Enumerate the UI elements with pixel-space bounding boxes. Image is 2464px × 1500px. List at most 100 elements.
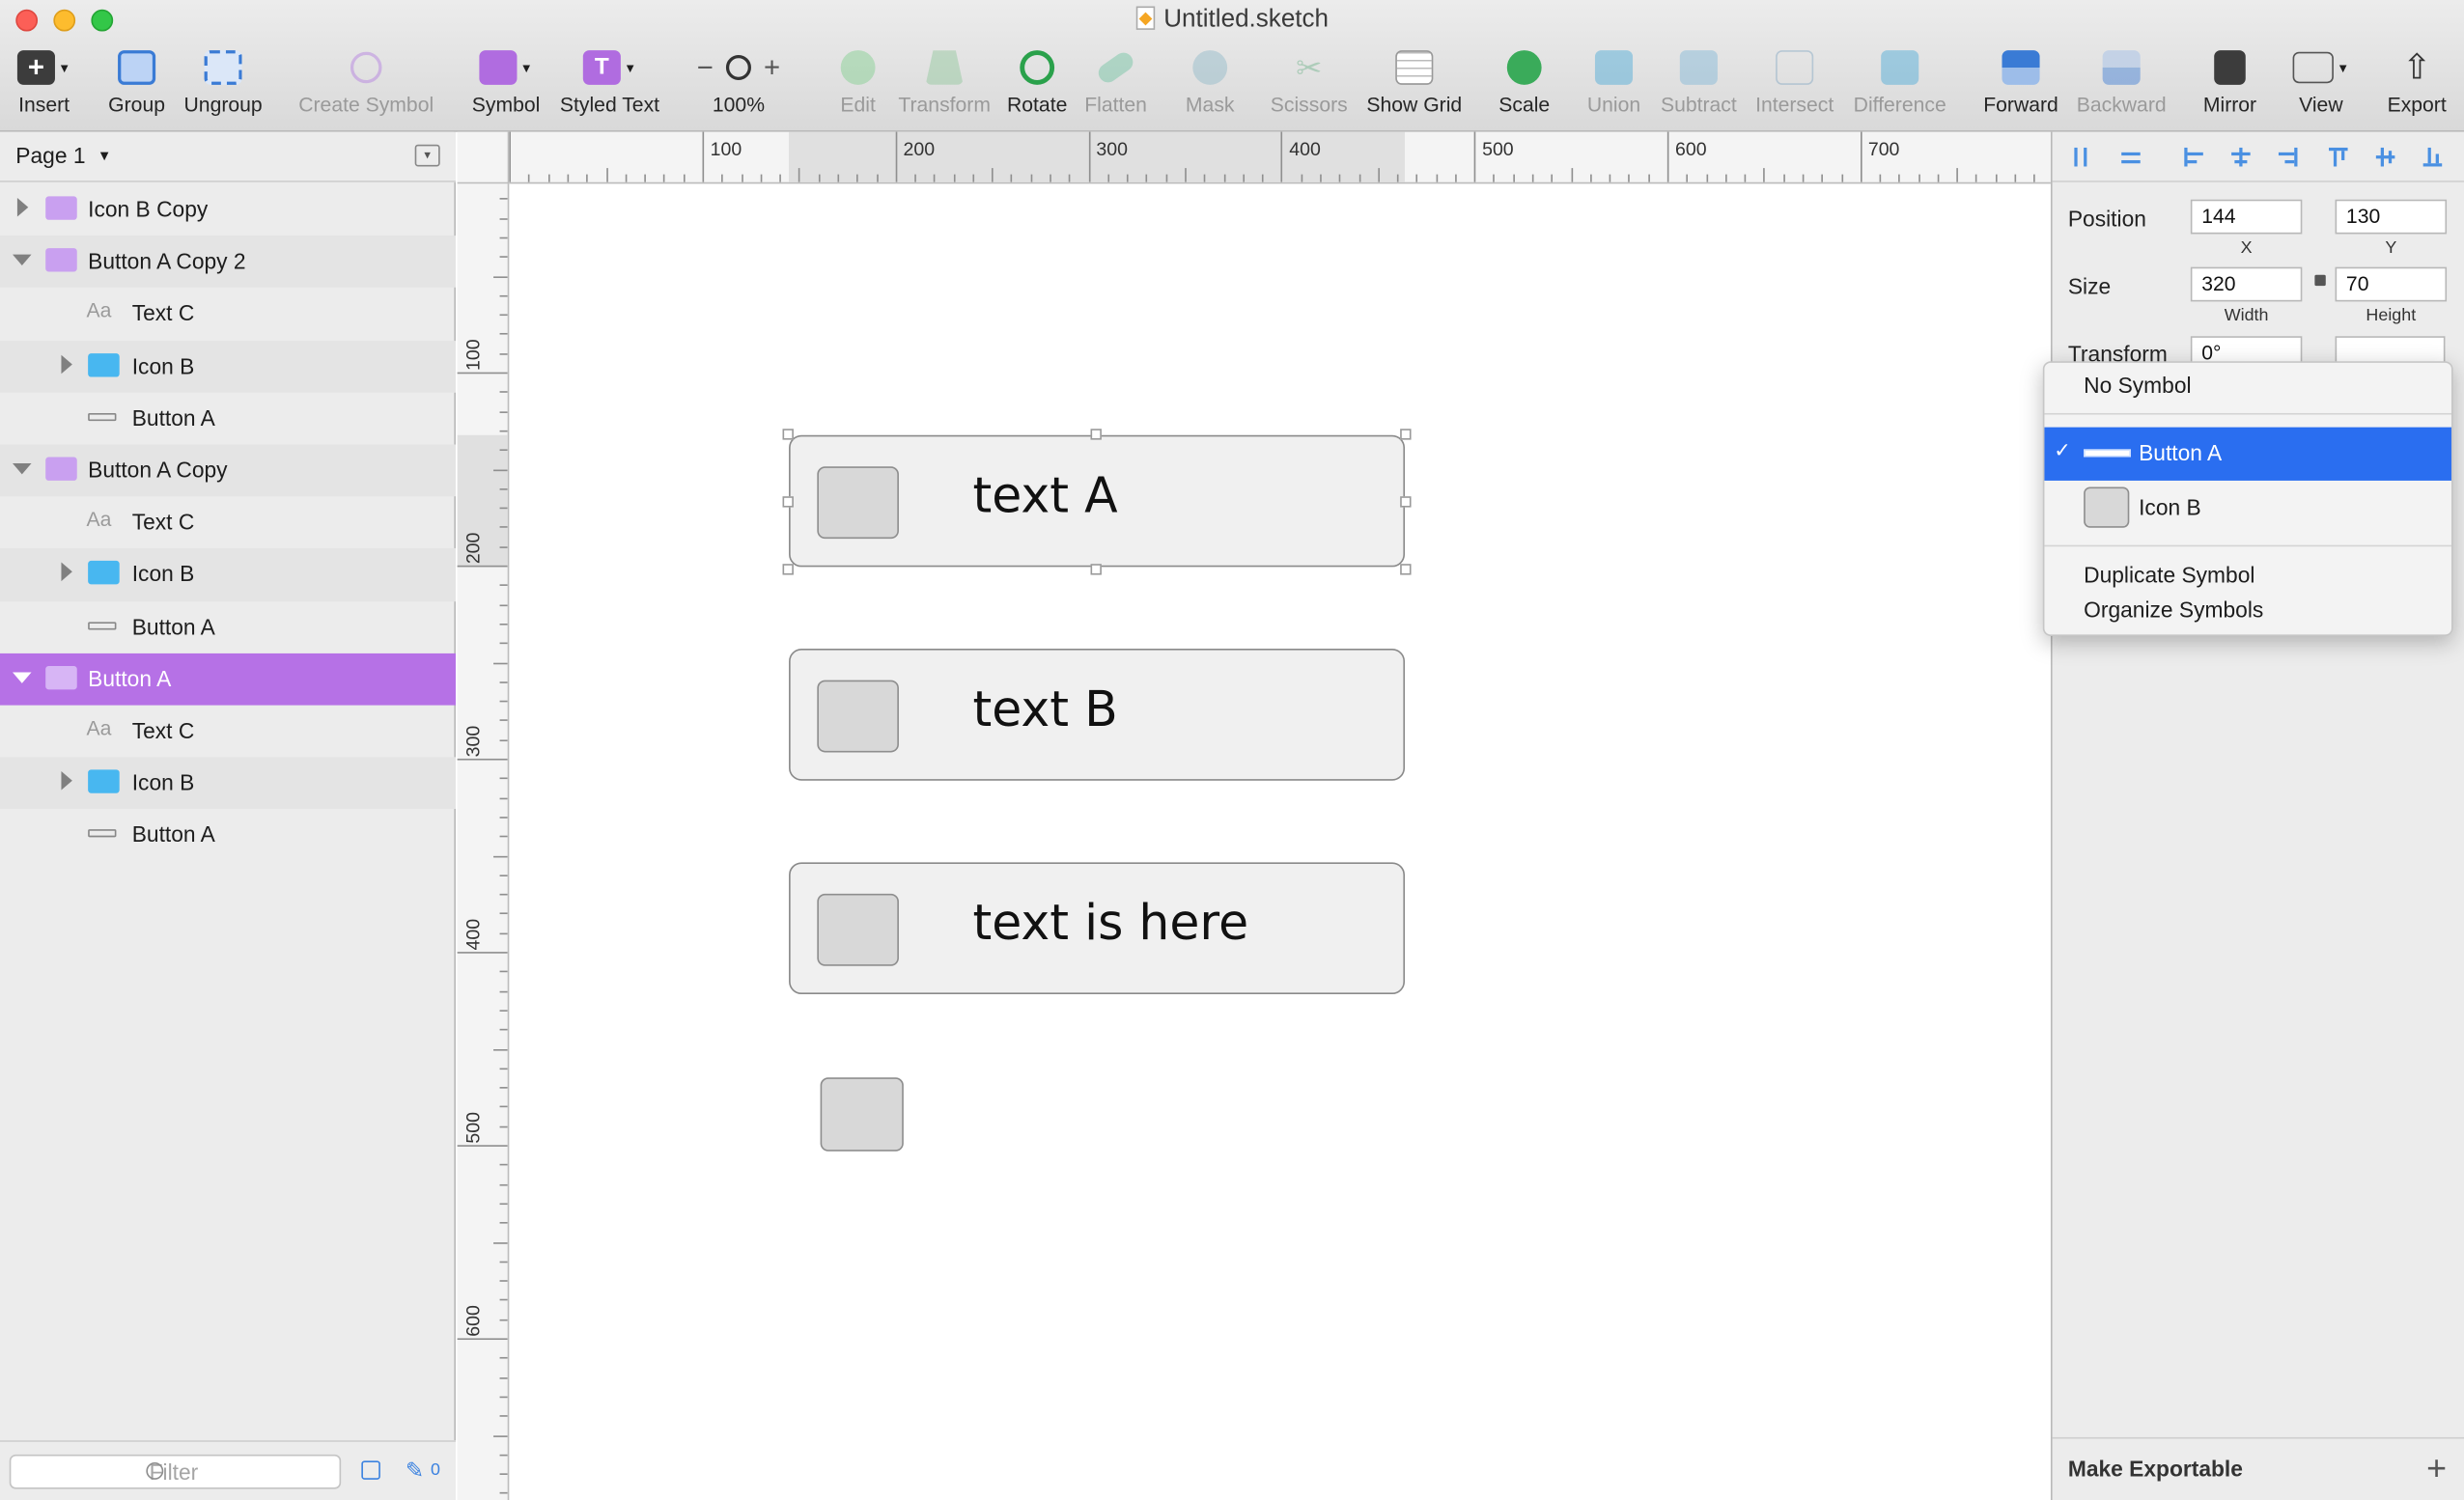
ungroup-button[interactable]: Ungroup bbox=[180, 44, 267, 123]
rotate-button[interactable]: Rotate bbox=[1002, 44, 1072, 123]
resize-handle[interactable] bbox=[1090, 429, 1102, 440]
subtract-button[interactable]: Subtract bbox=[1656, 44, 1741, 123]
page-selector[interactable]: Page 1 ▼ ▾ bbox=[0, 131, 456, 182]
group-button[interactable]: Group bbox=[103, 44, 169, 123]
resize-handle[interactable] bbox=[1400, 564, 1412, 575]
button-a-copy-instance[interactable]: text B bbox=[789, 649, 1406, 781]
button-a-copy-2-instance[interactable]: text is here bbox=[789, 862, 1406, 995]
layer-row[interactable]: Button A bbox=[0, 809, 456, 861]
resize-handle[interactable] bbox=[782, 496, 794, 508]
lock-icon[interactable] bbox=[2314, 274, 2326, 287]
symbol-button[interactable]: ▼ Symbol bbox=[468, 44, 544, 123]
flatten-button[interactable]: Flatten bbox=[1081, 44, 1151, 123]
width-field[interactable]: 320 bbox=[2190, 266, 2303, 302]
ruler-tick bbox=[499, 1087, 508, 1089]
union-button[interactable]: Union bbox=[1581, 44, 1646, 123]
layer-row[interactable]: Icon B bbox=[0, 340, 456, 393]
insert-button[interactable]: + ▼ Insert bbox=[13, 44, 75, 123]
backward-label: Backward bbox=[2076, 93, 2167, 117]
disclosure-expanded-icon[interactable] bbox=[13, 254, 32, 266]
disclosure-collapsed-icon[interactable] bbox=[16, 198, 29, 217]
scissors-button[interactable]: ✂ Scissors bbox=[1267, 44, 1352, 123]
disclosure-expanded-icon[interactable] bbox=[13, 462, 32, 475]
button-text-a[interactable]: text A bbox=[972, 468, 1117, 525]
align-middle-icon[interactable] bbox=[2375, 147, 2395, 167]
disclosure-collapsed-icon[interactable] bbox=[61, 771, 72, 791]
button-text-b[interactable]: text B bbox=[972, 681, 1117, 738]
pages-toggle-icon[interactable] bbox=[361, 1460, 380, 1480]
layer-row[interactable]: Icon B Copy bbox=[0, 183, 456, 236]
scale-button[interactable]: Scale bbox=[1493, 44, 1555, 123]
align-top-icon[interactable] bbox=[2329, 147, 2348, 167]
align-center-icon[interactable] bbox=[2231, 147, 2251, 167]
ruler-tick bbox=[1898, 174, 1901, 182]
forward-button[interactable]: Forward bbox=[1980, 44, 2062, 123]
button-a-thumbnail bbox=[2084, 449, 2131, 458]
styled-text-button[interactable]: T ▼ Styled Text bbox=[556, 44, 663, 123]
icon-b-square[interactable] bbox=[817, 466, 899, 540]
zoom-control[interactable]: − + 100% bbox=[682, 44, 795, 123]
button-a-instance[interactable]: text A bbox=[789, 434, 1406, 568]
menu-item-icon-b[interactable]: Icon B bbox=[2044, 481, 2451, 534]
resize-handle[interactable] bbox=[782, 429, 794, 440]
position-y-field[interactable]: 130 bbox=[2335, 199, 2448, 235]
align-right-icon[interactable] bbox=[2278, 147, 2298, 167]
collapse-pages-icon[interactable]: ▾ bbox=[414, 144, 440, 167]
resize-handle[interactable] bbox=[782, 564, 794, 575]
export-button[interactable]: ⇧ Export bbox=[2382, 44, 2451, 123]
mask-button[interactable]: Mask bbox=[1179, 44, 1242, 123]
horizontal-ruler[interactable]: 100 200 300 400 500 600 700 bbox=[509, 131, 2051, 184]
zoom-out-icon[interactable]: − bbox=[697, 51, 714, 84]
height-field[interactable]: 70 bbox=[2335, 266, 2448, 302]
icon-b-copy-instance[interactable] bbox=[820, 1077, 904, 1152]
layer-row[interactable]: Icon B bbox=[0, 757, 456, 810]
send-backward-icon bbox=[2102, 50, 2141, 85]
button-text-here[interactable]: text is here bbox=[972, 896, 1248, 953]
menu-item-button-a[interactable]: ✓ Button A bbox=[2044, 427, 2451, 481]
backward-button[interactable]: Backward bbox=[2074, 44, 2169, 123]
layer-row[interactable]: Button A Copy 2 bbox=[0, 236, 456, 289]
layer-row[interactable]: Button A bbox=[0, 653, 456, 706]
layer-row[interactable]: Button A Copy bbox=[0, 444, 456, 497]
create-symbol-button[interactable]: Create Symbol bbox=[293, 44, 440, 123]
intersect-button[interactable]: Intersect bbox=[1750, 44, 1838, 123]
layer-row[interactable]: Aa Text C bbox=[0, 288, 456, 340]
add-export-icon[interactable]: + bbox=[2426, 1448, 2447, 1488]
disclosure-collapsed-icon[interactable] bbox=[61, 563, 72, 582]
mirror-button[interactable]: Mirror bbox=[2197, 44, 2262, 123]
canvas[interactable]: text A text B text is here bbox=[510, 185, 2051, 1500]
menu-item-duplicate-symbol[interactable]: Duplicate Symbol bbox=[2044, 563, 2451, 595]
position-x-field[interactable]: 144 bbox=[2190, 199, 2303, 235]
show-grid-button[interactable]: Show Grid bbox=[1364, 44, 1465, 123]
layer-row[interactable]: Aa Text C bbox=[0, 705, 456, 757]
align-left-icon[interactable] bbox=[2184, 147, 2203, 167]
filter-input[interactable]: Filter bbox=[9, 1454, 342, 1489]
resize-handle[interactable] bbox=[1090, 564, 1102, 575]
difference-button[interactable]: Difference bbox=[1851, 44, 1948, 123]
styled-text-label: Styled Text bbox=[559, 93, 660, 117]
edit-button[interactable]: Edit bbox=[829, 44, 886, 123]
resize-handle[interactable] bbox=[1400, 429, 1412, 440]
distribute-vertical-icon[interactable] bbox=[2121, 148, 2141, 167]
icon-b-square[interactable] bbox=[817, 893, 899, 966]
slice-icon[interactable]: ✎ bbox=[406, 1458, 424, 1485]
ruler-tick bbox=[1918, 174, 1920, 182]
view-button[interactable]: ▼ View bbox=[2288, 44, 2354, 123]
disclosure-collapsed-icon[interactable] bbox=[61, 354, 72, 374]
ruler-tick bbox=[499, 738, 508, 741]
align-bottom-icon[interactable] bbox=[2422, 147, 2443, 167]
icon-b-square[interactable] bbox=[817, 680, 899, 753]
layer-row[interactable]: Button A bbox=[0, 600, 456, 653]
disclosure-expanded-icon[interactable] bbox=[13, 671, 32, 683]
menu-item-no-symbol[interactable]: No Symbol bbox=[2044, 373, 2451, 407]
menu-item-organize-symbols[interactable]: Organize Symbols bbox=[2044, 597, 2451, 628]
vertical-ruler[interactable]: 100 200 300 400 500 600 bbox=[457, 183, 510, 1500]
layer-row[interactable]: Aa Text C bbox=[0, 496, 456, 548]
transform-button[interactable]: Transform bbox=[896, 44, 994, 123]
layer-row[interactable]: Button A bbox=[0, 392, 456, 444]
make-exportable-bar[interactable]: Make Exportable + bbox=[2052, 1436, 2464, 1500]
layer-row[interactable]: Icon B bbox=[0, 548, 456, 601]
zoom-in-icon[interactable]: + bbox=[764, 51, 780, 84]
distribute-horizontal-icon[interactable] bbox=[2071, 147, 2090, 167]
resize-handle[interactable] bbox=[1400, 496, 1412, 508]
